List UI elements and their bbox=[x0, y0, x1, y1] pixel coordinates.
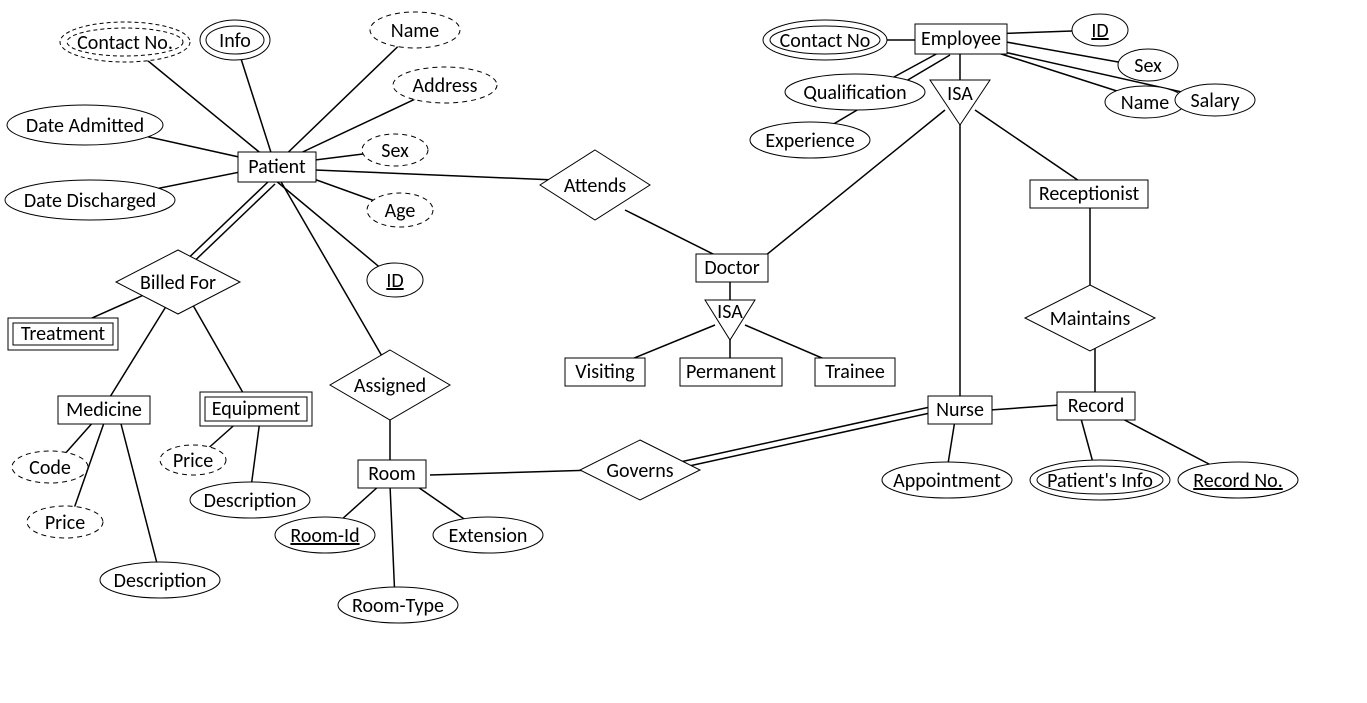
svg-text:Qualification: Qualification bbox=[803, 81, 906, 105]
entity-equipment: Equipment bbox=[200, 392, 312, 426]
svg-text:Trainee: Trainee bbox=[825, 360, 885, 384]
svg-text:Salary: Salary bbox=[1190, 89, 1239, 113]
svg-text:Experience: Experience bbox=[765, 129, 854, 153]
svg-text:Extension: Extension bbox=[449, 524, 528, 548]
svg-text:Name: Name bbox=[1121, 91, 1169, 115]
entity-patient: Patient bbox=[238, 152, 316, 182]
svg-text:Description: Description bbox=[204, 489, 297, 513]
attr-emp-sex: Sex bbox=[1118, 49, 1178, 81]
svg-text:Code: Code bbox=[29, 456, 71, 480]
attr-room-ext: Extension bbox=[433, 517, 543, 553]
svg-text:Price: Price bbox=[45, 511, 85, 535]
svg-text:ISA: ISA bbox=[947, 82, 973, 106]
svg-text:Nurse: Nurse bbox=[936, 398, 984, 422]
attr-record-patient-info: Patient's Info bbox=[1030, 460, 1170, 500]
svg-text:Appointment: Appointment bbox=[893, 469, 1001, 493]
svg-text:Sex: Sex bbox=[1134, 54, 1162, 78]
svg-text:Maintains: Maintains bbox=[1050, 307, 1131, 331]
rel-billed-for: Billed For bbox=[116, 250, 240, 314]
attr-emp-contact-no: Contact No bbox=[763, 20, 887, 60]
attr-patient-contact-no: Contact No. bbox=[60, 22, 190, 62]
svg-text:Record No.: Record No. bbox=[1193, 469, 1283, 493]
shapes: Contact No. Info Name Address Date Admit… bbox=[5, 12, 1298, 623]
attr-emp-name: Name bbox=[1105, 86, 1185, 118]
svg-text:Info: Info bbox=[219, 29, 251, 53]
svg-text:Visiting: Visiting bbox=[575, 360, 635, 384]
svg-text:Contact No.: Contact No. bbox=[77, 31, 173, 55]
attr-med-desc: Description bbox=[100, 562, 220, 598]
attr-patient-info: Info bbox=[200, 20, 270, 60]
svg-text:Medicine: Medicine bbox=[66, 398, 142, 422]
svg-text:Doctor: Doctor bbox=[704, 256, 759, 280]
svg-text:Room: Room bbox=[368, 462, 416, 486]
entity-receptionist: Receptionist bbox=[1030, 180, 1148, 208]
svg-text:Billed For: Billed For bbox=[140, 271, 216, 295]
svg-text:Address: Address bbox=[413, 74, 478, 98]
attr-patient-name: Name bbox=[370, 12, 460, 48]
svg-text:Contact No: Contact No bbox=[780, 29, 871, 53]
rel-maintains: Maintains bbox=[1025, 285, 1155, 351]
entity-treatment: Treatment bbox=[8, 318, 118, 350]
svg-text:Sex: Sex bbox=[381, 139, 409, 163]
svg-text:Equipment: Equipment bbox=[212, 397, 301, 421]
svg-text:Description: Description bbox=[114, 569, 207, 593]
attr-patient-sex: Sex bbox=[362, 134, 428, 166]
svg-text:Name: Name bbox=[391, 19, 439, 43]
attr-eq-price: Price bbox=[160, 445, 226, 475]
entity-room: Room bbox=[358, 460, 426, 488]
attr-patient-address: Address bbox=[393, 67, 497, 103]
svg-text:ID: ID bbox=[386, 269, 403, 293]
svg-text:Room-Id: Room-Id bbox=[290, 524, 359, 548]
rel-governs: Governs bbox=[580, 440, 700, 500]
attr-patient-age: Age bbox=[367, 193, 433, 227]
svg-text:Governs: Governs bbox=[606, 459, 673, 483]
entity-visiting: Visiting bbox=[565, 358, 645, 386]
entity-medicine: Medicine bbox=[58, 396, 150, 424]
attr-emp-experience: Experience bbox=[750, 122, 870, 158]
entity-permanent: Permanent bbox=[680, 358, 782, 386]
entity-trainee: Trainee bbox=[815, 358, 895, 386]
svg-text:Date Admitted: Date Admitted bbox=[26, 114, 144, 138]
attr-eq-desc: Description bbox=[190, 482, 310, 518]
attr-emp-id: ID bbox=[1072, 14, 1128, 46]
svg-text:Patient: Patient bbox=[248, 155, 306, 179]
svg-text:Permanent: Permanent bbox=[686, 360, 776, 384]
attr-patient-date-admitted: Date Admitted bbox=[7, 105, 163, 145]
svg-text:Employee: Employee bbox=[921, 27, 1001, 51]
svg-text:Attends: Attends bbox=[564, 174, 627, 198]
svg-text:Record: Record bbox=[1068, 394, 1125, 418]
svg-text:Age: Age bbox=[385, 199, 416, 223]
attr-med-code: Code bbox=[12, 451, 88, 483]
entity-nurse: Nurse bbox=[928, 396, 992, 424]
attr-med-price: Price bbox=[27, 506, 103, 538]
attr-nurse-appointment: Appointment bbox=[882, 462, 1012, 498]
entity-doctor: Doctor bbox=[696, 254, 768, 282]
svg-text:Price: Price bbox=[173, 449, 213, 473]
rel-assigned: Assigned bbox=[330, 350, 450, 420]
entity-record: Record bbox=[1057, 392, 1135, 420]
svg-text:ID: ID bbox=[1091, 19, 1108, 43]
attr-emp-salary: Salary bbox=[1175, 84, 1255, 116]
svg-text:Patient's Info: Patient's Info bbox=[1047, 469, 1153, 493]
svg-text:Date Discharged: Date Discharged bbox=[24, 189, 156, 213]
attr-patient-id: ID bbox=[367, 263, 423, 297]
attr-room-id: Room-Id bbox=[275, 517, 375, 553]
rel-attends: Attends bbox=[540, 150, 650, 220]
attr-room-type: Room-Type bbox=[338, 587, 458, 623]
attr-emp-qualification: Qualification bbox=[785, 74, 925, 110]
isa-employee: ISA bbox=[930, 80, 990, 125]
svg-text:Treatment: Treatment bbox=[21, 322, 106, 346]
attr-record-no: Record No. bbox=[1178, 462, 1298, 498]
attr-patient-date-discharged: Date Discharged bbox=[5, 180, 175, 220]
svg-text:ISA: ISA bbox=[717, 300, 743, 324]
svg-text:Receptionist: Receptionist bbox=[1039, 182, 1140, 206]
isa-doctor: ISA bbox=[705, 300, 755, 340]
entity-employee: Employee bbox=[915, 24, 1007, 54]
svg-text:Assigned: Assigned bbox=[354, 374, 426, 398]
svg-text:Room-Type: Room-Type bbox=[352, 594, 444, 618]
